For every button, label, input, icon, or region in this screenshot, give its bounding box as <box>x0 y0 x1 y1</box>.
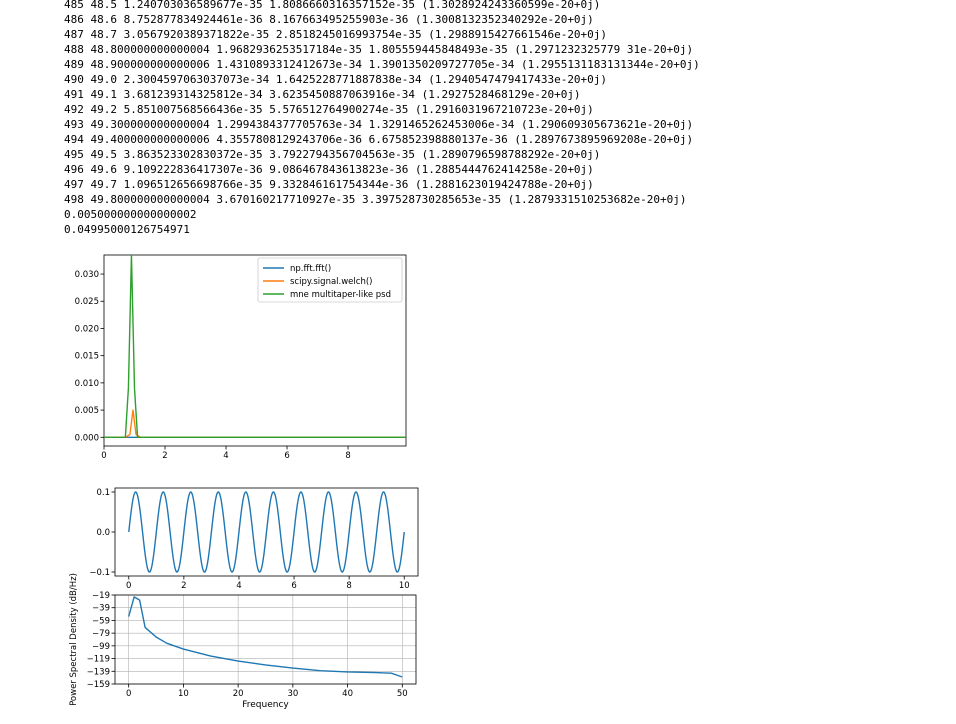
y-tick-label: −79 <box>92 629 110 639</box>
psd-db-line <box>128 596 403 678</box>
y-tick-label: 0.1 <box>96 488 110 498</box>
output-line: 490 49.0 2.3004597063037073e-34 1.642522… <box>64 73 608 86</box>
x-tick-label: 30 <box>287 689 298 699</box>
x-tick-label: 10 <box>399 581 410 591</box>
y-tick-label: −119 <box>87 655 110 665</box>
output-line: 487 48.7 3.0567920389371822e-35 2.851824… <box>64 28 608 41</box>
y-axis-label: Power Spectral Density (dB/Hz) <box>69 573 79 706</box>
output-line: 497 49.7 1.096512656698766e-35 9.3328461… <box>64 178 594 191</box>
output-line: 494 49.400000000000006 4.355780812924370… <box>64 133 694 146</box>
y-tick-label: 0.010 <box>75 379 99 389</box>
output-line: 0.005000000000000002 <box>64 208 197 221</box>
x-tick-label: 6 <box>291 581 296 591</box>
psd-comparison-chart: 0 2 4 6 8 0.000 0.005 0.010 0.015 0.020 0.025 0.030… <box>75 254 407 461</box>
series-line-welch <box>104 409 406 438</box>
x-tick-label: 10 <box>178 689 189 699</box>
x-tick-label: 4 <box>223 451 228 461</box>
signal-line <box>128 491 405 573</box>
welch-psd-db-chart: 0 10 20 30 40 50−19−39−59−79−99−119−139−159Fr… <box>69 573 417 710</box>
output-log: 485 48.5 1.240703036589677e-35 1.8086660… <box>64 0 700 237</box>
x-axis-label: Frequency <box>242 700 289 710</box>
y-tick-label: 0.030 <box>75 270 99 280</box>
y-tick-label: 0.020 <box>75 324 99 334</box>
y-tick-label: 0.005 <box>75 406 99 416</box>
y-tick-label: −59 <box>92 616 110 626</box>
y-tick-label: −139 <box>87 667 110 677</box>
y-tick-label: −0.1 <box>89 568 110 578</box>
chart-legend: np.fft.fft() scipy.signal.welch() mne mult… <box>257 257 403 303</box>
output-line: 493 49.300000000000004 1.299438437770576… <box>64 118 694 131</box>
x-tick-label: 4 <box>236 581 241 591</box>
x-tick-label: 0 <box>101 451 106 461</box>
sine-signal-chart: 0 2 4 6 8 10 −0.1 0.0 0.1 <box>89 487 419 591</box>
x-tick-label: 8 <box>345 451 350 461</box>
output-line: 496 49.6 9.109222836417307e-36 9.0864678… <box>64 163 594 176</box>
y-tick-label: −99 <box>92 642 110 652</box>
output-line: 488 48.800000000000004 1.968293625351718… <box>64 43 694 56</box>
y-tick-label: 0.0 <box>96 528 110 538</box>
output-line: 491 49.1 3.681239314325812e-34 3.6235450… <box>64 88 581 101</box>
x-tick-label: 2 <box>181 581 186 591</box>
y-tick-label: 0.000 <box>75 433 99 443</box>
x-tick-label: 6 <box>284 451 289 461</box>
output-line: 492 49.2 5.851007568566436e-35 5.5765127… <box>64 103 594 116</box>
x-tick-label: 50 <box>397 689 408 699</box>
output-line: 498 49.800000000000004 3.670160217710927… <box>64 193 687 206</box>
x-tick-label: 0 <box>126 581 131 591</box>
legend-label: np.fft.fft() <box>290 264 331 274</box>
x-tick-label: 40 <box>342 689 353 699</box>
y-tick-label: −39 <box>92 604 110 614</box>
y-tick-label: −19 <box>92 591 110 601</box>
x-tick-label: 8 <box>346 581 351 591</box>
output-line: 0.04995000126754971 <box>64 223 190 236</box>
x-tick-label: 20 <box>233 689 244 699</box>
legend-label: mne multitaper-like psd <box>290 290 391 300</box>
output-line: 489 48.900000000000006 1.431089331241267… <box>64 58 700 71</box>
output-line: 485 48.5 1.240703036589677e-35 1.8086660… <box>64 0 601 11</box>
y-tick-label: 0.015 <box>75 352 99 362</box>
y-tick-label: −159 <box>87 680 110 690</box>
y-tick-label: 0.025 <box>75 297 99 307</box>
output-line: 486 48.6 8.752877834924461e-36 8.1676634… <box>64 13 594 26</box>
x-tick-label: 0 <box>126 689 131 699</box>
x-tick-label: 2 <box>162 451 167 461</box>
output-line: 495 49.5 3.863523302830372e-35 3.7922794… <box>64 148 601 161</box>
legend-label: scipy.signal.welch() <box>290 277 372 287</box>
